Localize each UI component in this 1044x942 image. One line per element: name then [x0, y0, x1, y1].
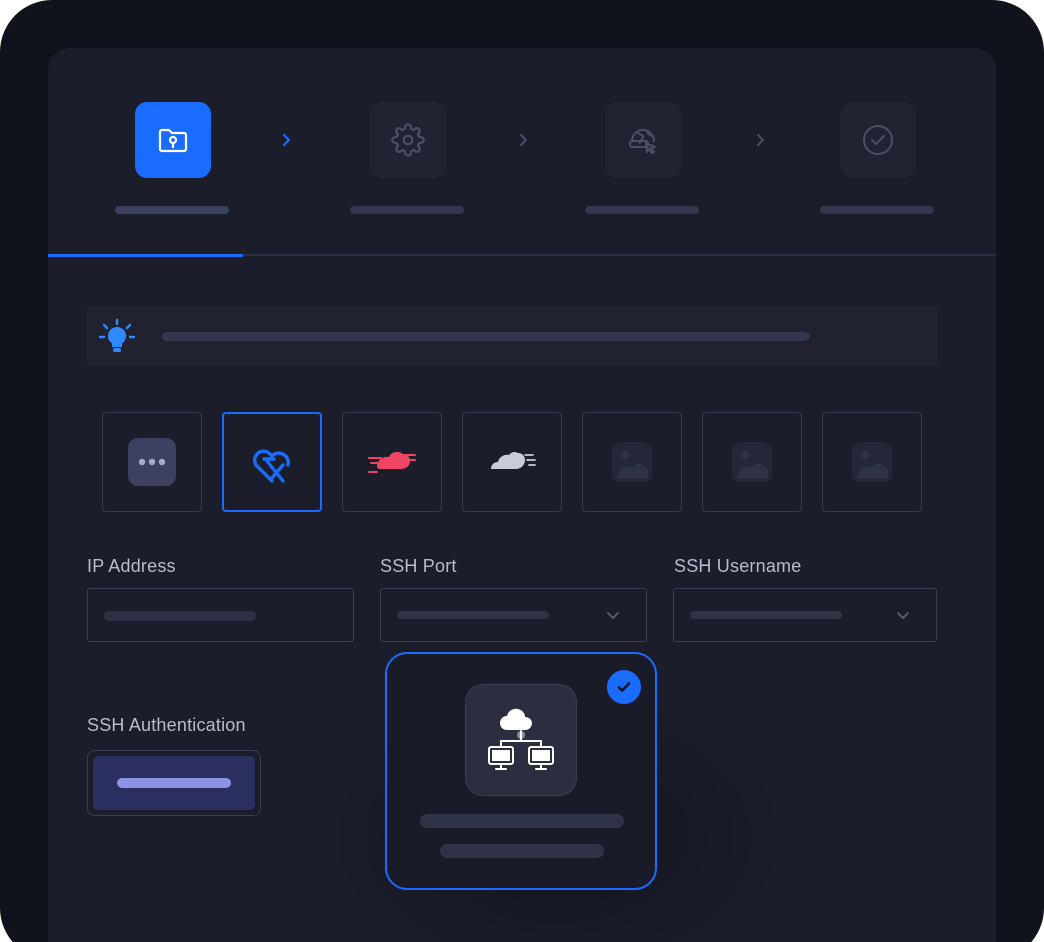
ip-address-label: IP Address [87, 556, 176, 576]
ssh-authentication-label: SSH Authentication [87, 715, 246, 735]
ssh-authentication-toggle [87, 750, 261, 816]
gear-icon [391, 123, 425, 157]
cloud-network-icon [465, 684, 577, 796]
globe-cursor-icon [629, 129, 656, 154]
chevron-right-icon [752, 132, 768, 148]
provider-grey-cloud[interactable] [462, 412, 562, 512]
ip-address-input[interactable] [87, 588, 354, 642]
lightbulb-icon [98, 318, 136, 352]
chevron-right-icon [515, 132, 531, 148]
provider-placeholder-1[interactable] [582, 412, 682, 512]
folder-key-icon [158, 128, 188, 153]
step-2-settings[interactable] [370, 102, 446, 178]
image-placeholder-icon [852, 442, 892, 482]
step-1-source[interactable] [135, 102, 211, 178]
heart-x-logo-icon [252, 449, 290, 483]
ssh-username-label: SSH Username [674, 556, 802, 576]
provider-placeholder-2[interactable] [702, 412, 802, 512]
selected-check-icon [607, 670, 641, 704]
image-placeholder-icon [732, 442, 772, 482]
card-subtitle-placeholder [440, 844, 604, 858]
wizard-screen: IP Address SSH Port SSH Username SSH Aut… [48, 48, 996, 942]
device-frame: IP Address SSH Port SSH Username SSH Aut… [0, 0, 1044, 942]
chevron-right-icon [278, 132, 294, 148]
ssh-username-select[interactable] [673, 588, 937, 642]
step-2-label [350, 206, 464, 214]
step-3-label [585, 206, 699, 214]
ssh-username-placeholder [690, 611, 842, 619]
network-option-card[interactable] [385, 652, 657, 890]
ssh-port-select[interactable] [380, 588, 647, 642]
step-4-label [820, 206, 934, 214]
ssh-auth-option-label [117, 778, 231, 788]
red-speed-cloud-icon [368, 451, 416, 473]
grey-speed-cloud-icon [491, 451, 536, 469]
progress-fill [48, 254, 243, 257]
image-placeholder-icon [612, 442, 652, 482]
more-dots-icon [128, 438, 176, 486]
step-3-domain[interactable] [605, 102, 681, 178]
provider-placeholder-3[interactable] [822, 412, 922, 512]
chevron-down-icon [896, 608, 910, 622]
provider-more[interactable] [102, 412, 202, 512]
chevron-down-icon [606, 608, 620, 622]
ssh-port-label: SSH Port [380, 556, 457, 576]
check-circle-icon [863, 125, 893, 155]
ssh-port-placeholder [397, 611, 549, 619]
ip-address-placeholder [104, 611, 256, 621]
provider-red-cloud[interactable] [342, 412, 442, 512]
step-4-finish[interactable] [840, 102, 916, 178]
step-1-label [115, 206, 229, 214]
tip-text-placeholder [162, 332, 810, 341]
ssh-auth-option-button[interactable] [93, 756, 255, 810]
provider-heart-x[interactable] [222, 412, 322, 512]
tip-banner [86, 306, 938, 366]
card-title-placeholder [420, 814, 624, 828]
